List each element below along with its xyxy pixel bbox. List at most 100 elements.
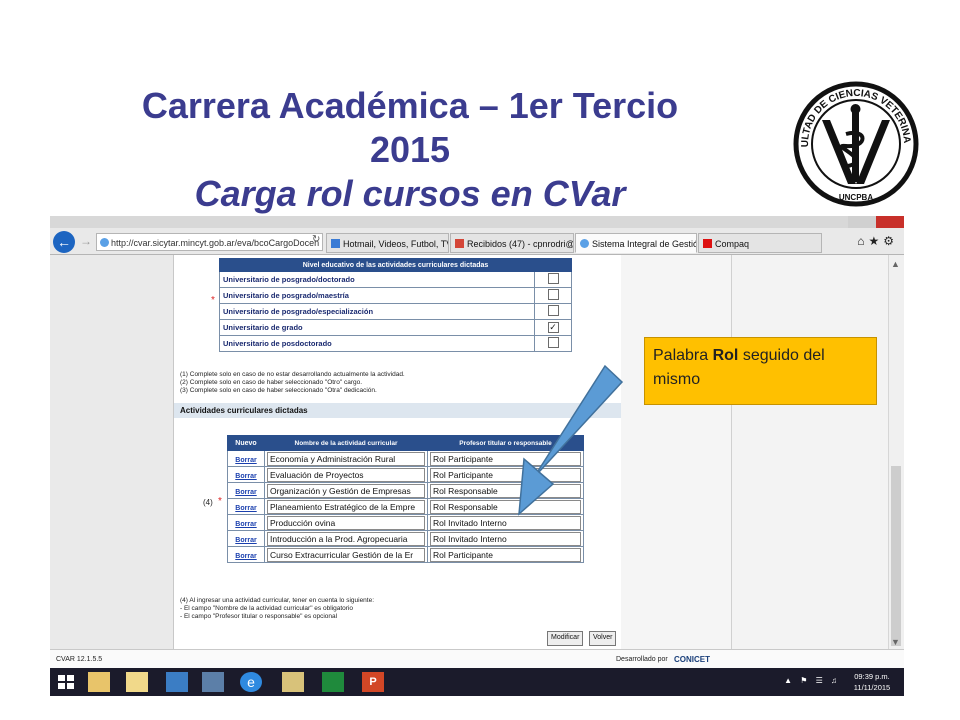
table-row: Universitario de posgrado/especializació… [219,303,572,320]
required-star: * [218,496,222,507]
control-panel-icon[interactable] [166,672,188,692]
tab-label: Hotmail, Videos, Futbol, TV, A... [343,239,448,249]
role-input[interactable]: Rol Invitado Interno [430,515,581,530]
modify-button[interactable]: Modificar [547,631,584,646]
form-content: Nivel educativo de las actividades curri… [173,255,623,649]
scroll-down-icon[interactable]: ▼ [891,637,900,647]
conicet-logo: CONICET [674,655,710,664]
clock[interactable]: 09:39 p.m. 11/11/2015 [846,671,898,693]
role-input[interactable]: Rol Participante [430,547,581,562]
delete-link[interactable]: Borrar [235,553,256,560]
delete-link[interactable]: Borrar [235,489,256,496]
scrollbar-thumb[interactable] [891,466,901,646]
powerpoint-icon[interactable]: P [362,672,384,692]
gmail-icon [455,239,464,248]
ie-page-icon [580,239,589,248]
scroll-up-icon[interactable]: ▲ [891,259,900,269]
back-arrow-icon[interactable]: ← [53,231,75,253]
delete-link[interactable]: Borrar [235,521,256,528]
maximize-button[interactable] [848,216,876,228]
activity-name-input[interactable]: Organización y Gestión de Empresas [267,483,425,498]
role-input[interactable]: Rol Responsable [430,483,581,498]
role-input[interactable]: Rol Participante [430,467,581,482]
row-note-label: (4) [203,498,213,507]
developed-by-label: Desarrollado por [616,656,668,663]
logo-bottom-text: UNCPBA [839,193,873,202]
table-row: Universitario de posdoctorado [219,335,572,352]
activity-name-input[interactable]: Economía y Administración Rural [267,451,425,466]
table-row: Borrar Planeamiento Estratégico de la Emp… [227,498,584,515]
column-header-profesor: Profesor titular o responsable [427,435,584,451]
back-button[interactable]: Volver [589,631,617,646]
activities-table: Nuevo Nombre de la actividad curricular … [227,435,584,563]
browser-screenshot: ← → http://cvar.sicytar.mincyt.gob.ar/ev… [50,216,904,696]
nivel-table: Nivel educativo de las actividades curri… [219,258,572,352]
minimize-button[interactable] [820,216,848,228]
callout-box: Palabra Rol seguido del mismo [644,337,877,405]
checkbox[interactable] [547,273,559,284]
refresh-icon[interactable]: ↻ [312,234,320,245]
slide-subtitle: Carga rol cursos en CVar [194,173,626,214]
activity-name-input[interactable]: Planeamiento Estratégico de la Empre [267,499,425,514]
activity-name-input[interactable]: Producción ovina [267,515,425,530]
column-header-nombre: Nombre de la actividad curricular [264,435,428,451]
forward-arrow-icon[interactable]: → [80,234,92,248]
home-favorites-settings-icons[interactable]: ⌂★⚙ [857,234,898,248]
table-row: Borrar Curso Extracurricular Gestión de l… [227,546,584,563]
date-label: 11/11/2015 [853,683,891,692]
callout-bold-word: Rol [712,347,739,364]
store-icon[interactable] [322,672,344,692]
status-bar: CVAR 12.1.5.5 Desarrollado por CONICET [50,649,904,669]
role-input[interactable]: Rol Participante [430,451,581,466]
windows-start-icon[interactable] [56,672,78,692]
table-row: Universitario de posgrado/doctorado [219,271,572,288]
globe-icon [100,238,109,247]
delete-link[interactable]: Borrar [235,457,256,464]
slide-title-line1: Carrera Académica – 1er Tercio [141,85,679,126]
file-icon[interactable] [126,672,148,692]
activity-name-input[interactable]: Evaluación de Proyectos [267,467,425,482]
activity-name-input[interactable]: Curso Extracurricular Gestión de la Er [267,547,425,562]
slide-title: Carrera Académica – 1er Tercio 2015 Carg… [30,84,790,216]
tab-gmail[interactable]: Recibidos (47) - cpnrodri@gm... [450,233,574,253]
browser-toolbar: ← → http://cvar.sicytar.mincyt.gob.ar/ev… [50,216,904,255]
checkbox[interactable] [547,289,559,300]
explorer-icon[interactable] [282,672,304,692]
web-page: Nivel educativo de las actividades curri… [50,255,889,649]
folder-icon[interactable] [88,672,110,692]
delete-link[interactable]: Borrar [235,537,256,544]
table-row: Borrar Evaluación de Proyectos Rol Partici… [227,466,584,483]
delete-link[interactable]: Borrar [235,505,256,512]
table-row: Universitario de grado ✓ [219,319,572,336]
close-window-button[interactable] [876,216,904,228]
role-input[interactable]: Rol Responsable [430,499,581,514]
notes-activities: (4) Al ingresar una actividad curricular… [180,597,375,620]
tab-hotmail[interactable]: Hotmail, Videos, Futbol, TV, A... [326,233,449,253]
msn-icon [331,239,340,248]
taskbar: e P ▲ ⚑ ☰ ♫ 09:39 p.m. 11/11/2015 [50,668,904,696]
nivel-header: Nivel educativo de las actividades curri… [219,258,572,272]
tab-label: Compaq [715,239,750,249]
slide-title-line2: 2015 [369,129,451,170]
section-title: Actividades curriculares dictadas [174,403,622,418]
checkbox[interactable] [547,305,559,316]
tab-compaq[interactable]: Compaq [698,233,822,253]
computer-icon[interactable] [202,672,224,692]
required-star: * [211,295,215,306]
activity-name-input[interactable]: Introducción a la Prod. Agropecuaria [267,531,425,546]
checkbox-checked[interactable]: ✓ [547,322,559,333]
new-link[interactable]: Nuevo [227,435,265,451]
address-text: http://cvar.sicytar.mincyt.gob.ar/eva/bc… [111,238,320,248]
system-tray-icons[interactable]: ▲ ⚑ ☰ ♫ [784,676,840,685]
address-bar[interactable]: http://cvar.sicytar.mincyt.gob.ar/eva/bc… [96,233,323,251]
checkbox[interactable] [547,337,559,348]
tab-sistema[interactable]: Sistema Integral de Gestión ... [575,233,697,253]
delete-link[interactable]: Borrar [235,473,256,480]
internet-explorer-icon[interactable]: e [240,672,262,692]
time-label: 09:39 p.m. [854,672,890,681]
role-input[interactable]: Rol Invitado Interno [430,531,581,546]
version-label: CVAR 12.1.5.5 [56,656,103,663]
notes: (1) Complete solo en caso de no estar de… [180,371,405,394]
table-row: Borrar Producción ovina Rol Invitado Inter… [227,514,584,531]
tab-label: Sistema Integral de Gestión ... [592,239,696,249]
